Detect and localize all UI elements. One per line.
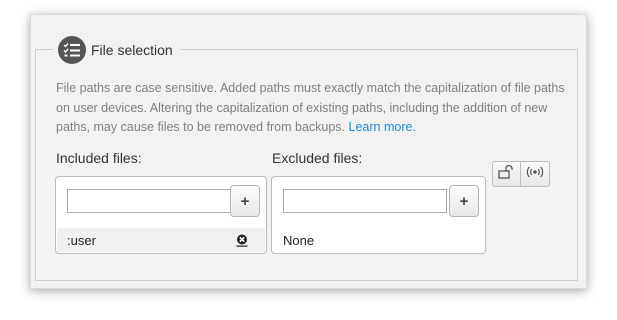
broadcast-button[interactable] [521,161,550,187]
lock-toggle-button[interactable] [492,161,521,187]
included-files-box: + :user [55,176,267,254]
included-item-label: :user [67,232,96,248]
file-selection-panel: File selection File paths are case sensi… [30,14,587,289]
unlock-icon [497,164,516,184]
learn-more-link[interactable]: Learn more. [349,120,416,134]
included-path-input[interactable] [67,189,231,213]
excluded-files-label: Excluded files: [272,150,363,166]
list-item: :user [57,228,265,252]
excluded-path-input[interactable] [283,189,447,213]
list-check-icon [58,36,86,64]
section-title: File selection [91,42,173,58]
remove-icon[interactable] [236,234,248,247]
excluded-files-box: + None [271,176,486,254]
broadcast-icon [526,165,544,183]
add-excluded-button[interactable]: + [449,185,479,217]
excluded-item-label: None [283,232,315,248]
add-included-button[interactable]: + [230,185,260,217]
list-item: None [273,228,484,252]
included-files-label: Included files: [56,150,142,166]
section-header: File selection [53,35,180,65]
description-body: File paths are case sensitive. Added pat… [56,81,565,134]
description-text: File paths are case sensitive. Added pat… [56,79,566,138]
